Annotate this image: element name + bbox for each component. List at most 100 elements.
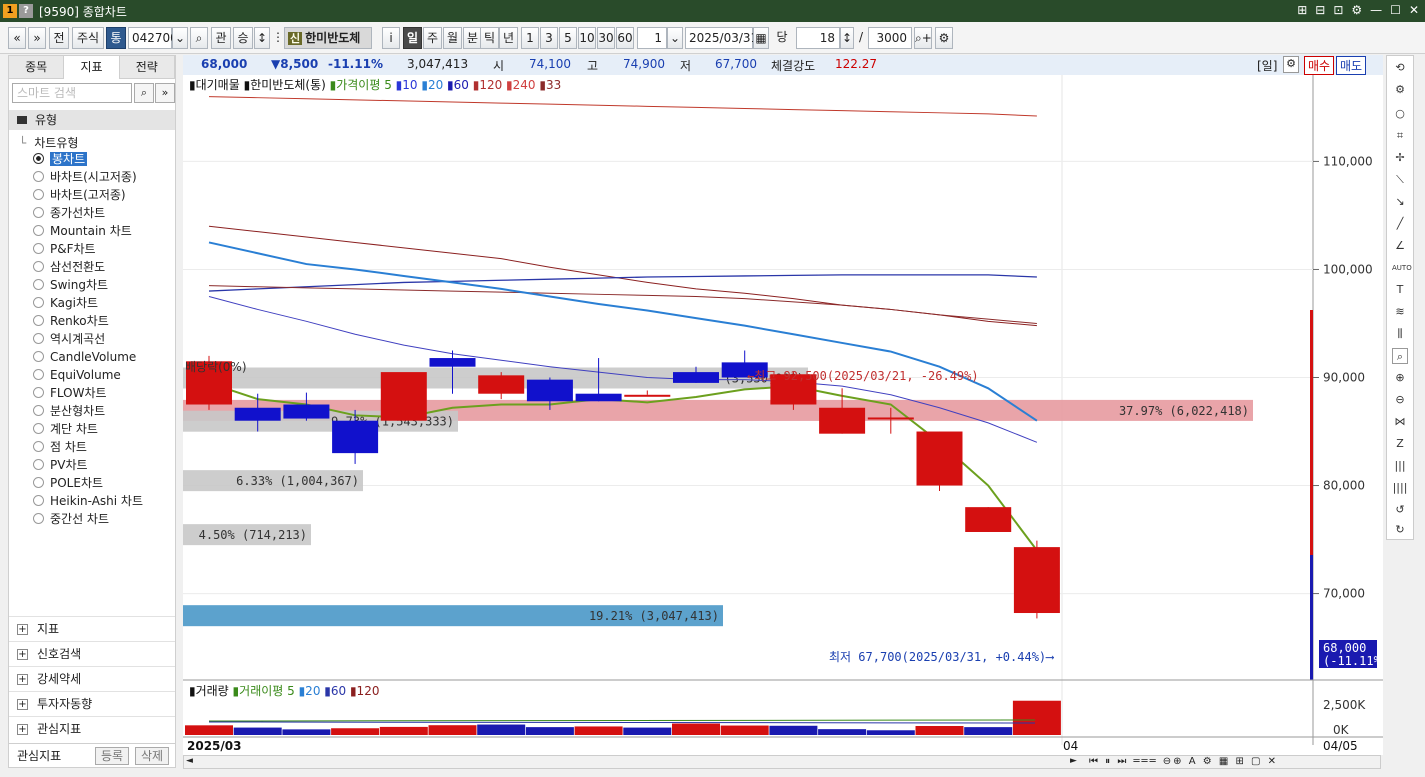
radio-icon[interactable] — [33, 369, 44, 380]
chart-type-item[interactable]: 계단 차트 — [33, 421, 98, 439]
delete-button[interactable]: 삭제 — [135, 747, 169, 765]
chart-type-item[interactable]: Renko차트 — [33, 313, 109, 331]
type-section-header[interactable]: 유형 — [9, 110, 175, 130]
chart-type-item[interactable]: PV차트 — [33, 457, 88, 475]
interval-30-button[interactable]: 30 — [597, 27, 615, 49]
prev-stock-button[interactable]: « — [8, 27, 26, 49]
zoom-in-tool-icon[interactable]: ⊕ — [1392, 370, 1408, 386]
crosshair-icon[interactable]: ✢ — [1392, 150, 1408, 166]
expand-plus-icon[interactable]: + — [17, 699, 28, 710]
register-button[interactable]: 등록 — [95, 747, 129, 765]
bars2-icon[interactable]: |||| — [1392, 480, 1408, 496]
expand-plus-icon[interactable]: + — [17, 649, 28, 660]
next-stock-button[interactable]: » — [28, 27, 46, 49]
chart-type-item[interactable]: Kagi차트 — [33, 295, 98, 313]
radio-icon[interactable] — [33, 279, 44, 290]
angle-icon[interactable]: ∠ — [1392, 238, 1408, 254]
chart-type-item[interactable]: EquiVolume — [33, 367, 121, 385]
chart-type-item[interactable]: 삼선전환도 — [33, 259, 105, 277]
period-tick-tab[interactable]: 틱 — [480, 27, 499, 49]
code-dropdown-icon[interactable]: ⌄ — [172, 27, 188, 49]
indicator-group[interactable]: + 신호검색 — [9, 641, 175, 665]
chart-type-item[interactable]: 중간선 차트 — [33, 511, 109, 529]
interval-60-button[interactable]: 60 — [616, 27, 634, 49]
bars-icon[interactable]: ||| — [1392, 458, 1408, 474]
radio-icon[interactable] — [33, 315, 44, 326]
interval-dropdown-icon[interactable]: ⌄ — [667, 27, 683, 49]
playback-controls[interactable]: ⏮ ⏸ ⏭ ═══ ⊖⊕ A ⚙ ▦ ⊞ ▢ ✕ — [1089, 756, 1278, 767]
arrow-line-icon[interactable]: ↘ — [1392, 194, 1408, 210]
tong-button[interactable]: 통 — [106, 27, 126, 49]
updown-icon[interactable]: ↕ — [254, 27, 270, 49]
radio-icon[interactable] — [33, 189, 44, 200]
price-chart[interactable]: 110,000 100,000 90,000 80,000 70,000 37.97% (… — [183, 75, 1383, 755]
market-button[interactable]: 주식 — [72, 27, 104, 49]
redo-icon[interactable]: ↻ — [1392, 522, 1408, 538]
gear-icon[interactable]: ⚙ — [1392, 82, 1408, 98]
radio-icon[interactable] — [33, 261, 44, 272]
tab-stocks[interactable]: 종목 — [9, 56, 65, 79]
smart-search-input[interactable]: 스마트 검색 — [12, 83, 132, 103]
scroll-left-icon[interactable]: ◄ — [186, 756, 193, 766]
chart-type-item[interactable]: 점 차트 — [33, 439, 87, 457]
gwan-button[interactable]: 관 — [211, 27, 231, 49]
radio-icon[interactable] — [33, 153, 44, 164]
day-button[interactable]: [일] — [1257, 57, 1277, 74]
zoom-out-tool-icon[interactable]: ⊖ — [1392, 392, 1408, 408]
chart-type-item[interactable]: P&F차트 — [33, 241, 96, 259]
interval-1-button[interactable]: 1 — [521, 27, 539, 49]
radio-icon[interactable] — [33, 207, 44, 218]
indicator-group[interactable]: + 관심지표 — [9, 716, 175, 740]
chart-type-item[interactable]: POLE차트 — [33, 475, 103, 493]
chart-type-item[interactable]: FLOW차트 — [33, 385, 107, 403]
chart-type-item[interactable]: 바차트(고저종) — [33, 187, 126, 205]
quote-settings-icon[interactable]: ⚙ — [1283, 56, 1299, 73]
interval-10-button[interactable]: 10 — [578, 27, 596, 49]
candles-icon[interactable]: ⫼ — [1392, 326, 1408, 342]
date-input[interactable]: 2025/03/31 — [685, 27, 758, 49]
stock-code-input[interactable]: 042700 — [128, 27, 178, 49]
period-year-tab[interactable]: 년 — [499, 27, 518, 49]
refresh-icon[interactable]: ⟲ — [1392, 60, 1408, 76]
chart-scrollbar[interactable]: ◄ ► ⏮ ⏸ ⏭ ═══ ⊖⊕ A ⚙ ▦ ⊞ ▢ ✕ — [183, 755, 1381, 769]
chart-type-item[interactable]: Heikin-Ashi 차트 — [33, 493, 143, 511]
fib-icon[interactable]: ≋ — [1392, 304, 1408, 320]
seung-button[interactable]: 승 — [233, 27, 253, 49]
window-minimize-button[interactable]: — — [1370, 3, 1382, 17]
radio-icon[interactable] — [33, 297, 44, 308]
radio-icon[interactable] — [33, 387, 44, 398]
chart-type-item[interactable]: 종가선차트 — [33, 205, 105, 223]
interval-value-input[interactable]: 1 — [637, 27, 667, 49]
jeon-button[interactable]: 전 — [49, 27, 69, 49]
window-layout-icon[interactable]: ⊟ — [1315, 3, 1325, 17]
magnify-icon[interactable]: ⌕ — [1392, 348, 1408, 364]
radio-icon[interactable] — [33, 495, 44, 506]
radio-icon[interactable] — [33, 171, 44, 182]
period-week-tab[interactable]: 주 — [423, 27, 442, 49]
chart-settings-icon[interactable]: ⚙ — [935, 27, 953, 49]
radio-icon[interactable] — [33, 423, 44, 434]
expand-plus-icon[interactable]: + — [17, 724, 28, 735]
interval-3-button[interactable]: 3 — [540, 27, 558, 49]
radio-icon[interactable] — [33, 351, 44, 362]
indicator-group[interactable]: + 지표 — [9, 616, 175, 640]
calendar-icon[interactable]: ▦ — [753, 27, 769, 49]
window-settings-icon[interactable]: ⚙ — [1351, 3, 1362, 17]
buy-button[interactable]: 매수 — [1304, 56, 1335, 75]
undo-icon[interactable]: ↺ — [1392, 502, 1408, 518]
scroll-right-icon[interactable]: ► — [1070, 756, 1077, 766]
chart-type-item[interactable]: 역시계곡선 — [33, 331, 105, 349]
chart-icon[interactable]: ⌗ — [1392, 128, 1408, 144]
indicator-group[interactable]: + 투자자동향 — [9, 691, 175, 715]
interval-5-button[interactable]: 5 — [559, 27, 577, 49]
pattern-icon[interactable]: ⋈ — [1392, 414, 1408, 430]
window-capture-icon[interactable]: ⊡ — [1333, 3, 1343, 17]
count-stepper[interactable]: ↕ — [840, 27, 854, 49]
tab-indicators[interactable]: 지표 — [64, 56, 120, 79]
tab-strategy[interactable]: 전략 — [119, 56, 175, 79]
expand-plus-icon[interactable]: + — [17, 624, 28, 635]
indicator-group[interactable]: + 강세약세 — [9, 666, 175, 690]
stock-info-button[interactable]: i — [382, 27, 400, 49]
radio-icon[interactable] — [33, 441, 44, 452]
expand-icon[interactable]: » — [155, 83, 175, 103]
